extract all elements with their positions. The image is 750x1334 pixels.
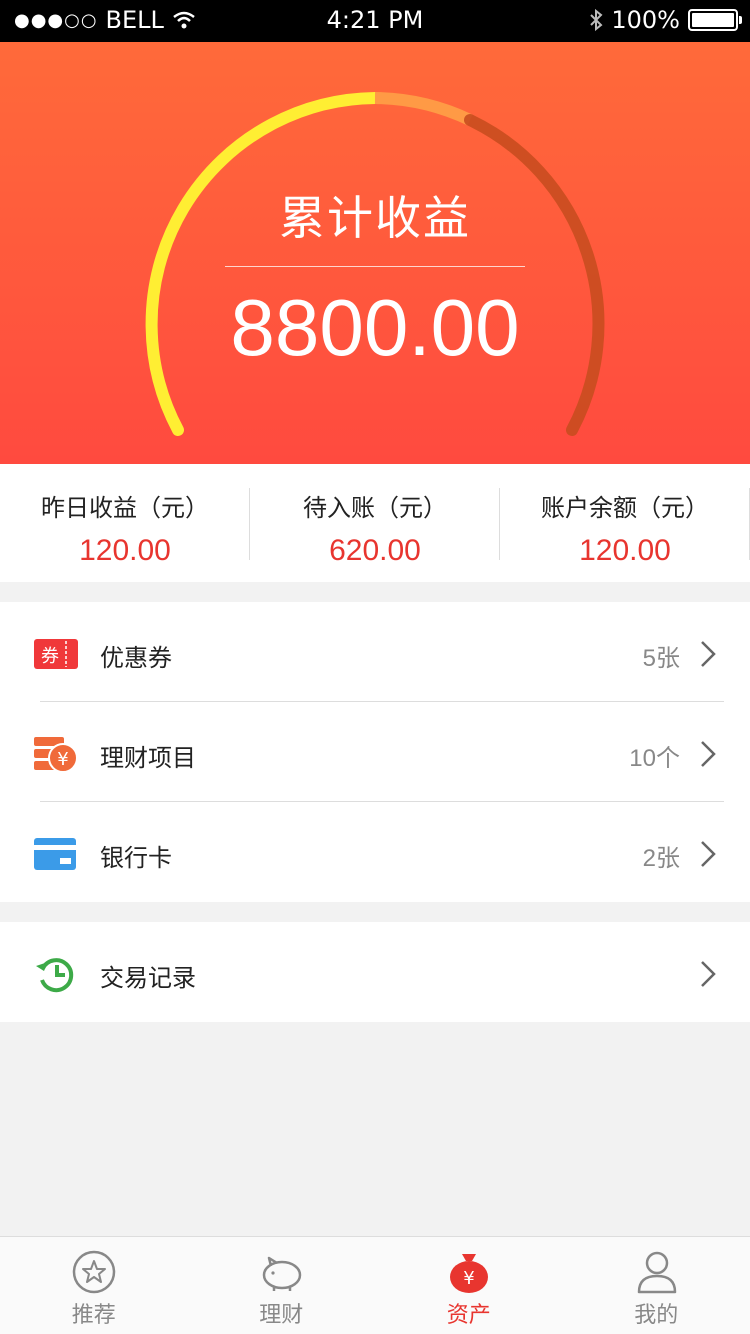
stat-label: 待入账（元） [303, 494, 447, 522]
earnings-hero: 累计收益 8800.00 [0, 42, 750, 464]
finance-project-icon: ¥ [34, 737, 78, 773]
tab-assets[interactable]: ¥ 资产 [375, 1237, 563, 1334]
coupon-icon-text: 券 [41, 646, 59, 667]
chevron-right-icon [701, 641, 716, 667]
menu-item-label: 理财项目 [100, 744, 196, 772]
bank-card-icon [34, 838, 76, 870]
chevron-right-icon [701, 961, 716, 987]
menu-item-bank-cards[interactable]: 银行卡 2张 [0, 802, 750, 902]
chevron-right-icon [701, 741, 716, 767]
tab-recommend[interactable]: 推荐 [0, 1237, 188, 1334]
total-earnings-value: 8800.00 [230, 283, 520, 372]
gauge-arc-track [464, 114, 605, 436]
menu-item-coupons[interactable]: 券 优惠券 5张 [0, 602, 750, 702]
menu-item-count: 2张 [642, 845, 680, 872]
chevron-right-icon [701, 841, 716, 867]
hero-divider [225, 266, 525, 267]
menu-item-label: 优惠券 [100, 644, 172, 672]
stat-label: 昨日收益（元） [41, 494, 209, 522]
battery-percent: 100% [611, 6, 680, 34]
earnings-gauge [145, 92, 605, 436]
tab-bar: 推荐 理财 ¥ 资产 我的 [0, 1236, 750, 1334]
tab-label: 推荐 [71, 1303, 116, 1328]
gauge-arc-mid [374, 92, 473, 126]
tab-label: 资产 [446, 1303, 491, 1328]
tab-label: 我的 [634, 1303, 679, 1328]
money-bag-icon-text: ¥ [463, 1268, 474, 1289]
tab-profile[interactable]: 我的 [563, 1237, 750, 1334]
menu-item-transaction-history[interactable]: 交易记录 [0, 922, 750, 1022]
history-menu: 交易记录 [0, 922, 750, 1022]
stat-label: 账户余额（元） [541, 494, 709, 522]
menu-item-count: 10个 [629, 745, 680, 772]
battery-icon [688, 9, 742, 31]
stat-value: 120.00 [579, 534, 671, 567]
stats-row: 昨日收益（元） 120.00 待入账（元） 620.00 账户余额（元） 120… [0, 464, 750, 582]
menu-item-count: 5张 [642, 645, 680, 672]
coupon-icon: 券 [34, 639, 78, 669]
star-icon [72, 1250, 116, 1294]
gauge-arc-active [145, 92, 381, 436]
menu-item-label: 银行卡 [100, 844, 172, 872]
stat-value: 120.00 [79, 534, 171, 567]
stat-balance: 账户余额（元） 120.00 [500, 464, 750, 582]
history-icon [36, 958, 74, 993]
stat-yesterday: 昨日收益（元） 120.00 [0, 464, 250, 582]
tab-finance[interactable]: 理财 [188, 1237, 376, 1334]
bluetooth-icon [590, 8, 603, 32]
money-bag-icon: ¥ [450, 1254, 488, 1293]
stat-value: 620.00 [329, 534, 421, 567]
stat-pending: 待入账（元） 620.00 [250, 464, 500, 582]
user-icon [637, 1251, 676, 1294]
status-right: 100% [589, 6, 742, 34]
status-bar: ●●●○○ BELL 4:21 PM 100% [0, 0, 750, 42]
tab-label: 理财 [259, 1303, 304, 1328]
asset-menu: 券 优惠券 5张 ¥ 理财项目 10个 银行卡 2张 [0, 602, 750, 902]
yen-icon-text: ¥ [57, 749, 68, 770]
menu-item-label: 交易记录 [100, 964, 196, 992]
hero-title: 累计收益 [279, 191, 471, 245]
menu-item-finance-projects[interactable]: ¥ 理财项目 10个 [0, 702, 750, 802]
piggy-bank-icon [262, 1256, 301, 1291]
